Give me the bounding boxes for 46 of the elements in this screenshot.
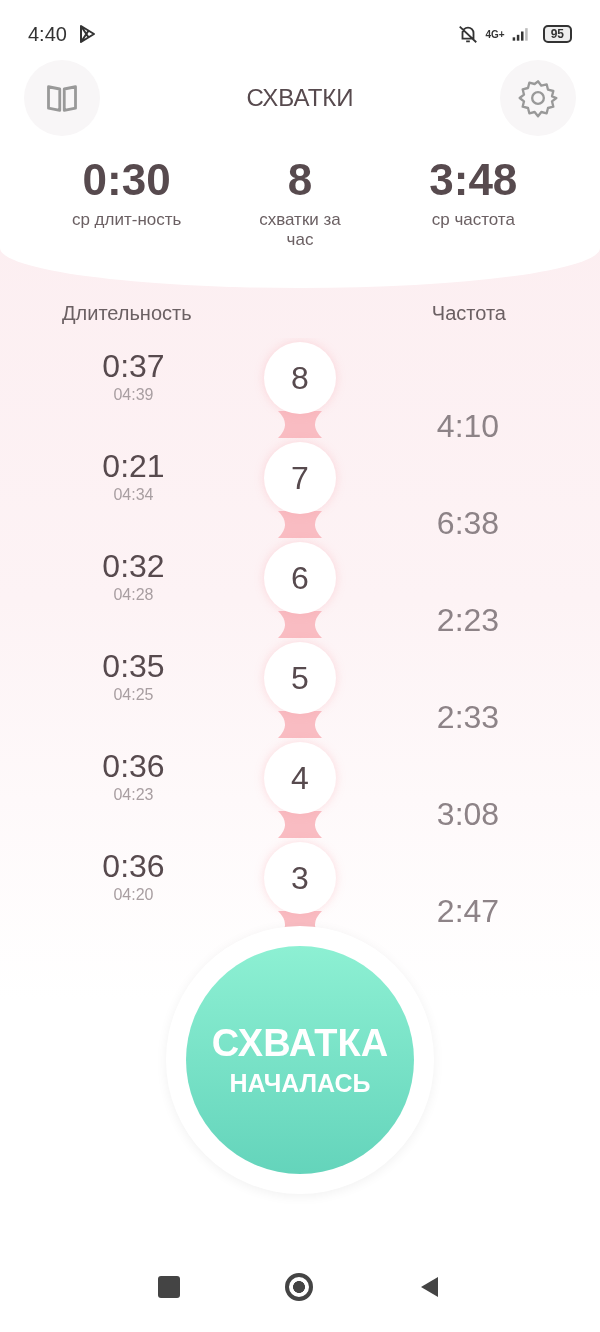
stat-label: ср частота — [430, 210, 516, 230]
duration-value: 0:36 — [102, 848, 165, 884]
frequency-value: 2:33 — [436, 698, 500, 737]
stat-label: ср длит-ность — [70, 210, 183, 230]
duration-value: 0:32 — [102, 548, 165, 584]
recents-icon[interactable] — [158, 1276, 180, 1298]
settings-icon — [518, 78, 558, 118]
network-label: 4G+ — [485, 28, 505, 40]
status-time: 4:40 — [28, 22, 67, 46]
start-time: 04:34 — [113, 486, 154, 504]
column-heading: Длительность — [62, 302, 192, 326]
contraction-number[interactable]: 3 — [264, 842, 336, 914]
chain-link — [278, 811, 322, 838]
duration-value: 0:36 — [102, 748, 165, 784]
frequency-value: 6:38 — [436, 504, 500, 543]
frequency-value: 2:47 — [436, 892, 500, 931]
chain-link — [278, 711, 322, 738]
bell-off-icon — [457, 23, 480, 45]
start-time: 04:39 — [113, 386, 154, 404]
chain-link — [278, 411, 322, 438]
battery-indicator: 95 — [542, 25, 572, 43]
frequency-value: 4:10 — [436, 407, 500, 446]
stat-value: 0:30 — [82, 154, 171, 206]
frequency-value: 2:23 — [436, 601, 500, 640]
screen-title: СХВАТКИ — [246, 84, 354, 112]
signal-icon — [510, 26, 531, 42]
duration-value: 0:35 — [102, 648, 165, 684]
stat-label: схватки за час — [258, 210, 342, 250]
contraction-number[interactable]: 4 — [264, 742, 336, 814]
contraction-number[interactable]: 5 — [264, 642, 336, 714]
chain-link — [278, 511, 322, 538]
duration-value: 0:21 — [102, 448, 165, 484]
start-time: 04:28 — [113, 586, 154, 604]
column-heading: Частота — [431, 302, 506, 326]
start-time: 04:20 — [113, 886, 154, 904]
contraction-number[interactable]: 6 — [264, 542, 336, 614]
chain-link — [278, 611, 322, 638]
contraction-number[interactable]: 8 — [264, 342, 336, 414]
home-icon[interactable] — [285, 1273, 313, 1301]
contraction-number[interactable]: 7 — [264, 442, 336, 514]
stat-value: 8 — [287, 154, 313, 206]
start-time: 04:25 — [113, 686, 154, 704]
duration-value: 0:37 — [102, 348, 165, 384]
frequency-value: 3:08 — [436, 795, 500, 834]
stat-value: 3:48 — [429, 154, 518, 206]
start-time: 04:23 — [113, 786, 154, 804]
